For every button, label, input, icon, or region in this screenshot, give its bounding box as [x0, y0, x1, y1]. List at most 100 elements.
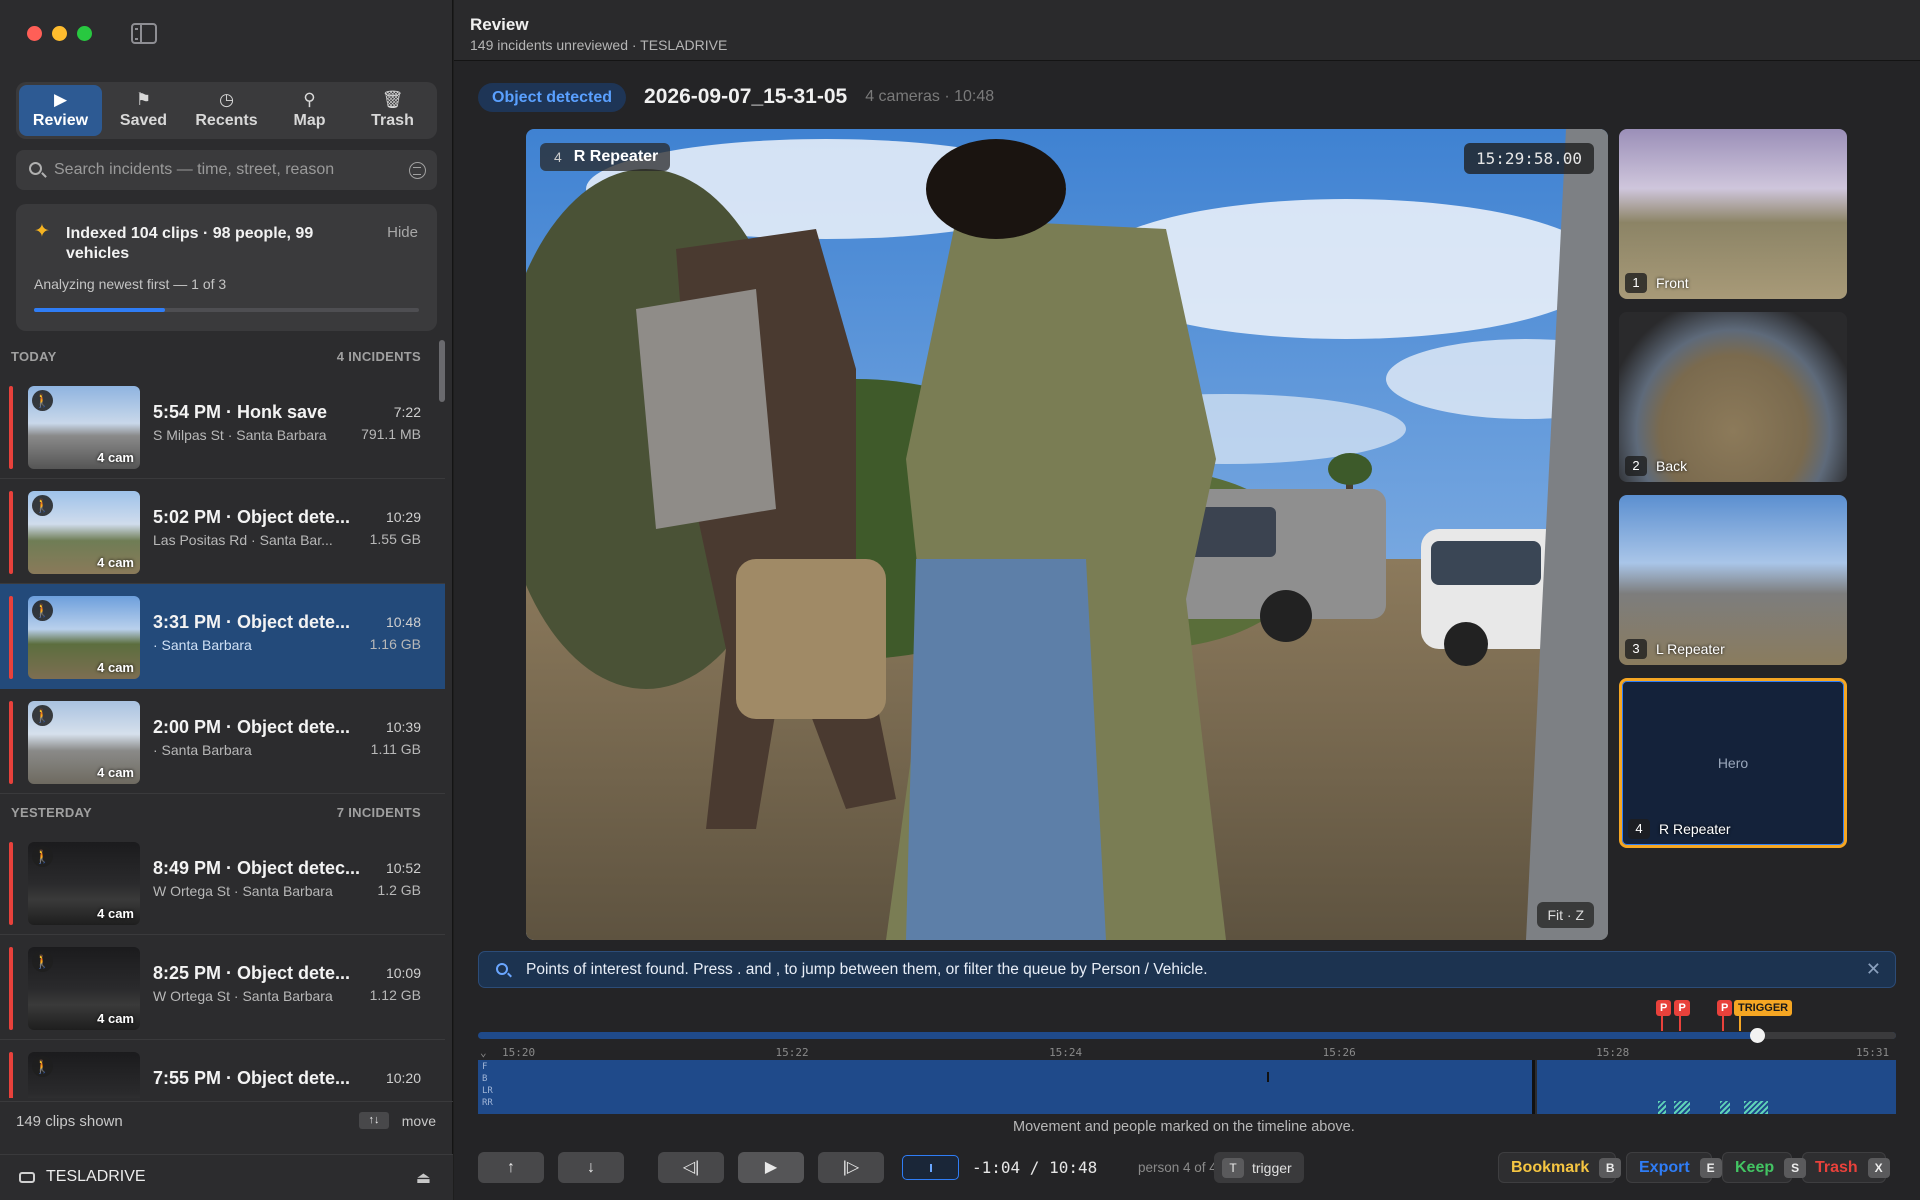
- search-icon: [496, 963, 508, 975]
- playback-controls: ↑ ↓ ◁| ▶ |▷ -1:04 / 10:48 person 4 of 4 …: [478, 1152, 1896, 1184]
- timeline-tick: 15:26: [1322, 1046, 1356, 1059]
- eject-icon[interactable]: ⏏: [416, 1168, 431, 1188]
- incident-row[interactable]: 🚶 4 cam 5:02 PM · Object dete... Las Posita…: [0, 479, 445, 584]
- incident-title: 5:54 PM · Honk save: [153, 402, 328, 422]
- incident-duration: 10:48: [385, 614, 421, 630]
- camera-strip: 1 Front 2 Back 3 L Repeater Hero 4 R Repeater: [1619, 129, 1847, 861]
- incident-duration: 10:39: [385, 719, 421, 735]
- step-forward-button[interactable]: |▷: [818, 1152, 884, 1183]
- previous-incident-button[interactable]: ↑: [478, 1152, 544, 1183]
- tab-map[interactable]: ⚲ Map: [268, 85, 351, 136]
- sidebar-toggle-icon[interactable]: [131, 23, 157, 44]
- clips-count: 149 clips shown: [16, 1113, 123, 1130]
- action-label: Bookmark: [1511, 1158, 1590, 1176]
- camera-count: 4 cam: [97, 450, 134, 465]
- incident-size: 1.55 GB: [369, 531, 421, 547]
- lane-label: B: [482, 1074, 488, 1084]
- zoom-window-button[interactable]: [77, 26, 92, 41]
- person-marker[interactable]: P: [1656, 1000, 1672, 1016]
- chevron-down-icon[interactable]: ⌄: [480, 1046, 487, 1059]
- person-marker[interactable]: P: [1717, 1000, 1733, 1016]
- camera-tile-front[interactable]: 1 Front: [1619, 129, 1847, 299]
- incident-location: W Ortega St · Santa Barbara: [153, 883, 333, 899]
- minimize-window-button[interactable]: [52, 26, 67, 41]
- trigger-marker[interactable]: TRIGGER: [1734, 1000, 1793, 1016]
- incident-list[interactable]: TODAY 4 INCIDENTS 🚶 4 cam 5:54 PM · Honk sav…: [0, 338, 445, 1098]
- list-scrollbar[interactable]: [439, 340, 445, 402]
- incident-thumbnail: 🚶 4 cam: [28, 842, 140, 925]
- arrow-keys-hint: ↑↓: [359, 1112, 389, 1129]
- tab-trash[interactable]: 🗑 Trash: [351, 85, 434, 136]
- camera-label: 1 Front: [1625, 273, 1689, 293]
- movement-mark: [1744, 1101, 1768, 1114]
- filter-icon[interactable]: [409, 162, 426, 179]
- fit-button[interactable]: Fit · Z: [1537, 902, 1594, 928]
- lane-label: RR: [482, 1098, 493, 1108]
- incident-thumbnail: 🚶4 cam: [28, 701, 140, 784]
- camera-tile-l-repeater[interactable]: 3 L Repeater: [1619, 495, 1847, 665]
- frame-scrubber[interactable]: [902, 1155, 959, 1180]
- timeline-lanes[interactable]: F B LR RR: [478, 1060, 1896, 1114]
- step-back-button[interactable]: ◁|: [658, 1152, 724, 1183]
- incident-row[interactable]: 🚶 4 cam 3:31 PM · Object dete... · Santa B…: [0, 584, 445, 689]
- next-incident-button[interactable]: ↓: [558, 1152, 624, 1183]
- hero-video-frame: [526, 129, 1608, 940]
- sidebar: ▶ Review ⚑ Saved ◷ Recents ⚲ Map 🗑 Trash ✦ Indexe…: [0, 0, 453, 1200]
- play-button[interactable]: ▶: [738, 1152, 804, 1183]
- incident-duration: 7:22: [393, 404, 421, 420]
- page-title: Review: [470, 15, 529, 34]
- hide-button[interactable]: Hide: [387, 224, 418, 241]
- camera-tile-back[interactable]: 2 Back: [1619, 312, 1847, 482]
- movement-mark: [1674, 1101, 1690, 1114]
- incident-row[interactable]: 🚶 4 cam 2:00 PM · Object dete... · Santa B…: [0, 689, 445, 794]
- tab-saved[interactable]: ⚑ Saved: [102, 85, 185, 136]
- incident-title: 7:55 PM · Object dete...: [153, 1068, 351, 1088]
- section-label: YESTERDAY: [11, 804, 92, 820]
- section-header: TODAY 4 INCIDENTS: [0, 338, 445, 374]
- camera-label: 2 Back: [1625, 456, 1687, 476]
- tab-recents[interactable]: ◷ Recents: [185, 85, 268, 136]
- action-key: E: [1699, 1157, 1722, 1178]
- incident-thumbnail: 🚶4 cam: [28, 1052, 140, 1098]
- tab-review[interactable]: ▶ Review: [19, 85, 102, 136]
- incident-title: 8:49 PM · Object detec...: [153, 858, 361, 878]
- clip-gap: [1267, 1072, 1269, 1082]
- nav-tabs: ▶ Review ⚑ Saved ◷ Recents ⚲ Map 🗑 Trash: [16, 82, 437, 139]
- hero-timestamp: 15:29:58.00: [1464, 143, 1594, 174]
- incident-title: 5:02 PM · Object dete...: [153, 507, 351, 527]
- poi-banner: Points of interest found. Press . and , …: [478, 951, 1896, 988]
- incident-marker: [9, 947, 13, 1030]
- playback-time: -1:04 / 10:48: [972, 1158, 1098, 1177]
- camera-tile-r-repeater[interactable]: Hero 4 R Repeater: [1619, 678, 1847, 848]
- camera-name: R Repeater: [1659, 821, 1731, 837]
- timeline-note: Movement and people marked on the timeli…: [1013, 1119, 1355, 1135]
- trigger-button[interactable]: T trigger: [1214, 1152, 1304, 1183]
- export-button[interactable]: Export E: [1626, 1152, 1722, 1183]
- drive-bar[interactable]: TESLADRIVE ⏏: [0, 1154, 453, 1200]
- person-marker[interactable]: P: [1674, 1000, 1690, 1016]
- incident-row[interactable]: 🚶 4 cam 5:54 PM · Honk save S Milpas St · S…: [0, 374, 445, 479]
- section-header: YESTERDAY 7 INCIDENTS: [0, 794, 445, 830]
- close-icon[interactable]: ✕: [1866, 959, 1881, 980]
- trash-button[interactable]: Trash X: [1802, 1152, 1890, 1183]
- hero-video[interactable]: 4 R Repeater 15:29:58.00 Fit · Z: [526, 129, 1608, 940]
- camera-count: 4 cam: [97, 906, 134, 921]
- search-input[interactable]: [54, 150, 404, 190]
- incident-marker: [9, 842, 13, 925]
- playhead[interactable]: [1750, 1028, 1766, 1043]
- timeline-track[interactable]: [478, 1032, 1896, 1039]
- pedestrian-icon: 🚶: [32, 846, 53, 867]
- keep-button[interactable]: Keep S: [1722, 1152, 1807, 1183]
- incident-size: 1.12 GB: [369, 987, 421, 1003]
- close-window-button[interactable]: [27, 26, 42, 41]
- incident-row[interactable]: 🚶 4 cam 8:49 PM · Object detec... W Ortega …: [0, 830, 445, 935]
- pedestrian-icon: 🚶: [32, 600, 53, 621]
- incident-row[interactable]: 🚶 4 cam 8:25 PM · Object dete... W Ortega S…: [0, 935, 445, 1040]
- timeline-tick: 15:24: [1049, 1046, 1083, 1059]
- search-bar: [16, 150, 437, 190]
- incident-duration: 10:09: [385, 965, 421, 981]
- incident-row[interactable]: 🚶4 cam 7:55 PM · Object dete... 10:20: [0, 1040, 445, 1098]
- timeline[interactable]: ⌄ 15:20 15:22 15:24 15:26 15:28 15:31 F B LR RR P…: [478, 996, 1896, 1126]
- index-progress-bar: [34, 308, 419, 312]
- bookmark-button[interactable]: Bookmark B: [1498, 1152, 1622, 1183]
